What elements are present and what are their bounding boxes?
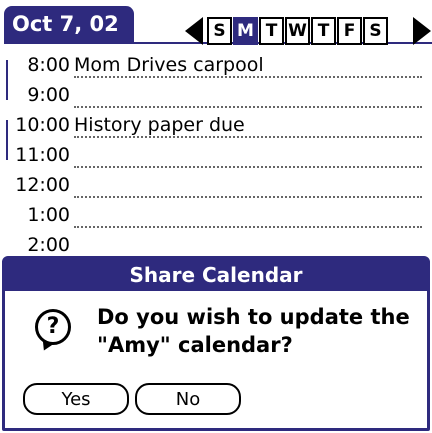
day-button-tue[interactable]: T (259, 17, 284, 45)
yes-button[interactable]: Yes (23, 383, 129, 415)
time-slot-row[interactable]: 9:00 (0, 82, 432, 112)
event-text[interactable]: History paper due (74, 114, 245, 136)
time-slot-row[interactable]: 11:00 (0, 142, 432, 172)
time-slot-row[interactable]: 12:00 (0, 172, 432, 202)
slot-rule (74, 226, 422, 228)
day-button-thu[interactable]: T (311, 17, 336, 45)
day-button-sat[interactable]: S (363, 17, 388, 45)
time-label: 11:00 (15, 144, 70, 166)
next-week-arrow-icon[interactable] (413, 17, 431, 45)
day-button-sun[interactable]: S (207, 17, 232, 45)
day-button-fri[interactable]: F (337, 17, 362, 45)
question-icon: ? (35, 309, 71, 345)
day-button-mon[interactable]: M (233, 17, 258, 45)
event-text[interactable]: Mom Drives carpool (74, 54, 264, 76)
day-button-wed[interactable]: W (285, 17, 310, 45)
time-label: 12:00 (15, 174, 70, 196)
previous-week-arrow-icon[interactable] (185, 17, 203, 45)
time-label: 8:00 (27, 54, 70, 76)
day-schedule: 8:00 Mom Drives carpool 9:00 10:00 Histo… (0, 52, 432, 262)
time-label: 2:00 (27, 234, 70, 256)
share-calendar-dialog: Share Calendar ? Do you wish to update t… (2, 256, 430, 431)
time-slot-row[interactable]: 1:00 (0, 202, 432, 232)
slot-rule (74, 166, 422, 168)
day-selector: S M T W T F S (207, 17, 389, 45)
time-slot-row[interactable]: 8:00 Mom Drives carpool (0, 52, 432, 82)
time-label: 9:00 (27, 84, 70, 106)
dialog-message: Do you wish to update the "Amy" calendar… (97, 305, 410, 357)
slot-rule (74, 106, 422, 108)
date-title[interactable]: Oct 7, 02 (4, 6, 134, 42)
slot-rule (74, 136, 422, 138)
dialog-title: Share Calendar (5, 259, 427, 291)
time-label: 10:00 (15, 114, 70, 136)
time-slot-row[interactable]: 10:00 History paper due (0, 112, 432, 142)
slot-rule (74, 196, 422, 198)
no-button[interactable]: No (135, 383, 241, 415)
slot-rule (74, 76, 422, 78)
time-label: 1:00 (27, 204, 70, 226)
